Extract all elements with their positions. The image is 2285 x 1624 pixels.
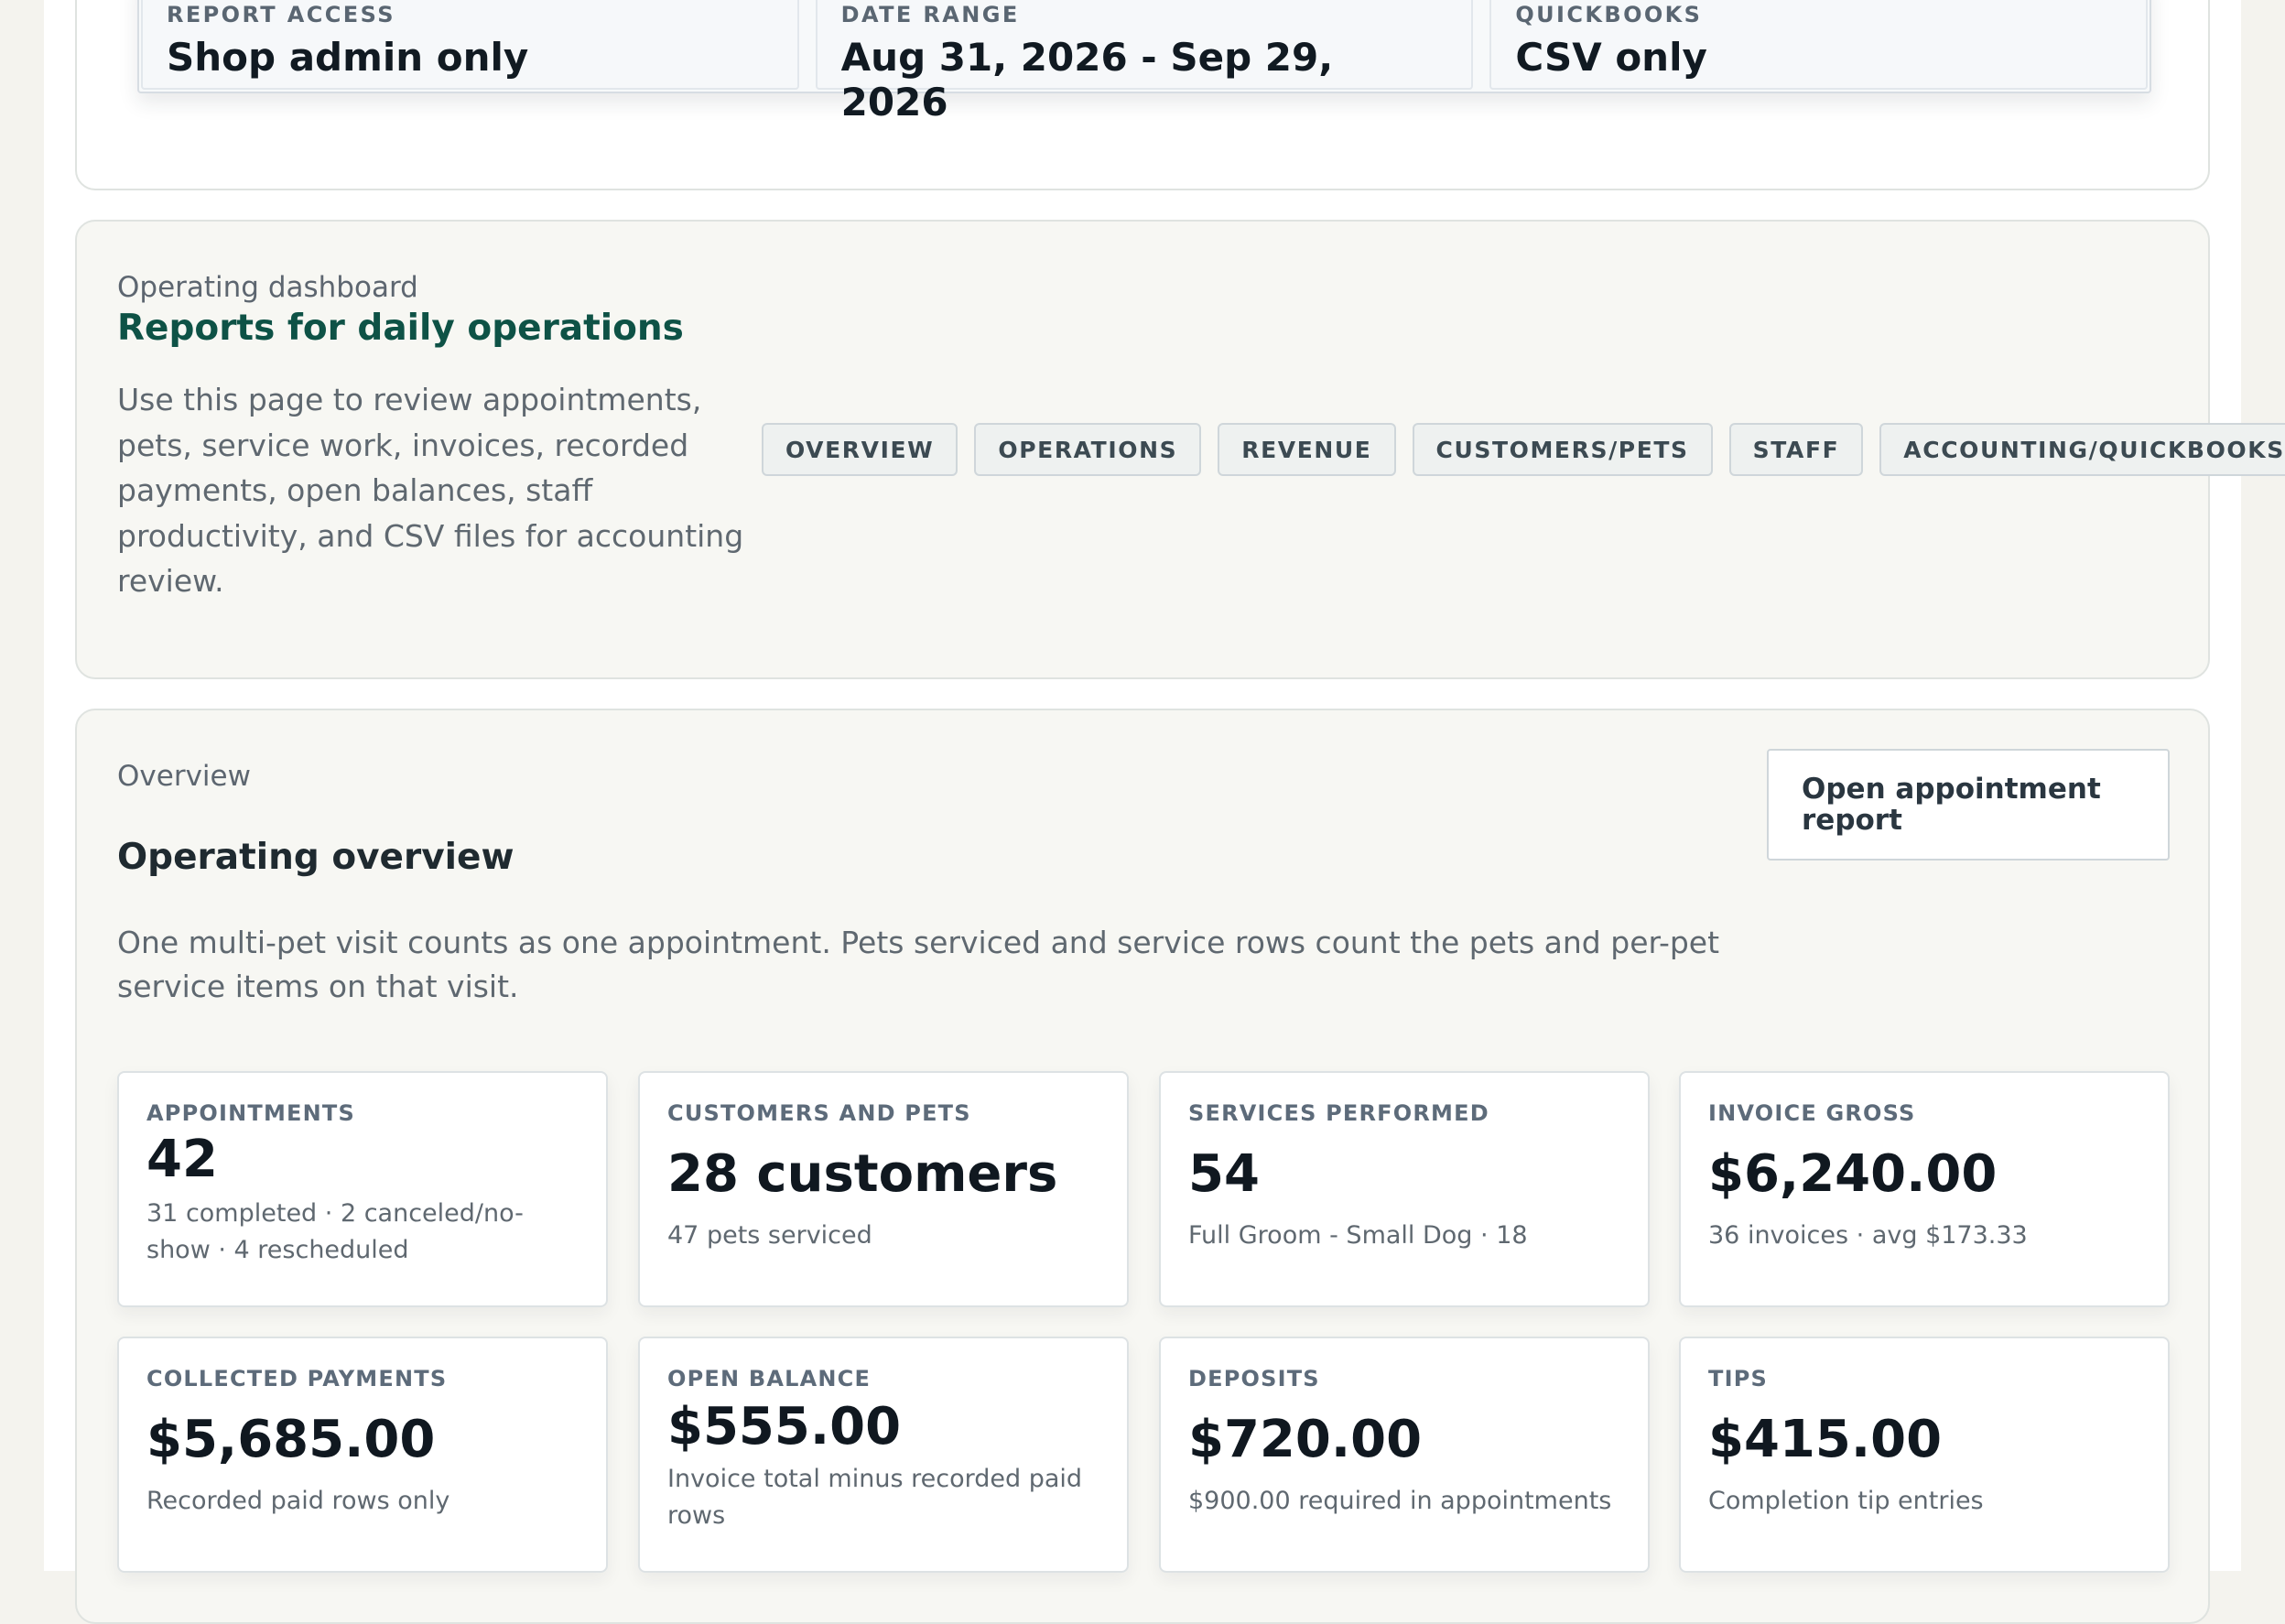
quickbooks-value: CSV only — [1515, 35, 1707, 80]
metric-label: CUSTOMERS AND PETS — [667, 1100, 971, 1126]
date-range-label: DATE RANGE — [840, 2, 1020, 27]
metric-value: $555.00 — [667, 1397, 902, 1456]
overview-eyebrow: Overview — [117, 760, 251, 793]
tab-operations[interactable]: OPERATIONS — [974, 423, 1202, 476]
tab-staff[interactable]: STAFF — [1728, 423, 1864, 476]
metric-services-performed: SERVICES PERFORMED 54 Full Groom - Small… — [1159, 1071, 1650, 1307]
tab-overview[interactable]: OVERVIEW — [762, 423, 958, 476]
tab-accounting-quickbooks[interactable]: ACCOUNTING/QUICKBOOKS — [1879, 423, 2285, 476]
metric-value: $6,240.00 — [1708, 1144, 1998, 1204]
dashboard-title: Reports for daily operations — [117, 308, 684, 349]
metric-sub: 47 pets serviced — [667, 1221, 872, 1250]
metric-value: $415.00 — [1708, 1410, 1943, 1469]
operating-dashboard-card: Operating dashboard Reports for daily op… — [75, 220, 2285, 679]
metric-sub: Full Groom - Small Dog · 18 — [1188, 1221, 1528, 1250]
date-range-cell: DATE RANGE Aug 31, 2026 - Sep 29, 2026 — [815, 0, 1474, 125]
metric-label: COLLECTED PAYMENTS — [146, 1366, 448, 1391]
date-range-value: Aug 31, 2026 - Sep 29, 2026 — [840, 35, 1334, 125]
metric-appointments: APPOINTMENTS 42 31 completed · 2 cancele… — [117, 1071, 608, 1307]
tab-revenue[interactable]: REVENUE — [1218, 423, 1396, 476]
metric-value: $5,685.00 — [146, 1410, 436, 1469]
report-access-value: Shop admin only — [167, 35, 529, 80]
report-meta-strip: REPORT ACCESS Shop admin only DATE RANGE… — [137, 0, 2151, 125]
report-access-cell: REPORT ACCESS Shop admin only — [141, 0, 799, 90]
metric-value: $720.00 — [1188, 1410, 1423, 1469]
metric-value: 42 — [146, 1130, 218, 1189]
metric-sub: $900.00 required in appointments — [1188, 1487, 1612, 1515]
metric-label: INVOICE GROSS — [1708, 1100, 1916, 1126]
open-appointment-report-button[interactable]: Open appointment report — [1767, 749, 2170, 861]
quickbooks-cell: QUICKBOOKS CSV only — [1489, 0, 2149, 90]
dashboard-eyebrow: Operating dashboard — [117, 271, 418, 304]
report-summary-card: REPORT ACCESS Shop admin only DATE RANGE… — [75, 0, 2210, 190]
metric-sub: Completion tip entries — [1708, 1487, 1984, 1515]
quickbooks-label: QUICKBOOKS — [1515, 2, 1703, 27]
metric-value: 54 — [1188, 1144, 1260, 1204]
overview-description: One multi-pet visit counts as one appoin… — [117, 925, 1720, 1004]
overview-title: Operating overview — [117, 837, 514, 878]
operating-overview-card: Overview Operating overview One multi-pe… — [75, 709, 2210, 1624]
tab-customers-pets[interactable]: CUSTOMERS/PETS — [1412, 423, 1713, 476]
report-access-label: REPORT ACCESS — [167, 2, 395, 27]
report-tabs: OVERVIEW OPERATIONS REVENUE CUSTOMERS/PE… — [762, 423, 2285, 476]
metric-label: TIPS — [1708, 1366, 1768, 1391]
metric-invoice-gross: INVOICE GROSS $6,240.00 36 invoices · av… — [1679, 1071, 2170, 1307]
dashboard-description: Use this page to review appointments, pe… — [117, 382, 744, 599]
metric-deposits: DEPOSITS $720.00 $900.00 required in app… — [1159, 1337, 1650, 1573]
page: REPORT ACCESS Shop admin only DATE RANGE… — [44, 0, 2285, 1624]
metric-sub: 31 completed · 2 canceled/no-show · 4 re… — [146, 1199, 524, 1264]
metric-sub: Invoice total minus recorded paid rows — [667, 1465, 1083, 1530]
metric-value: 28 customers — [667, 1144, 1058, 1204]
metric-collected-payments: COLLECTED PAYMENTS $5,685.00 Recorded pa… — [117, 1337, 608, 1573]
metric-tips: TIPS $415.00 Completion tip entries — [1679, 1337, 2170, 1573]
metric-label: OPEN BALANCE — [667, 1366, 872, 1391]
metric-label: SERVICES PERFORMED — [1188, 1100, 1489, 1126]
metric-label: APPOINTMENTS — [146, 1100, 355, 1126]
metric-customers-and-pets: CUSTOMERS AND PETS 28 customers 47 pets … — [638, 1071, 1129, 1307]
metric-open-balance: OPEN BALANCE $555.00 Invoice total minus… — [638, 1337, 1129, 1573]
metric-sub: 36 invoices · avg $173.33 — [1708, 1221, 2028, 1250]
metric-sub: Recorded paid rows only — [146, 1487, 450, 1515]
metric-label: DEPOSITS — [1188, 1366, 1320, 1391]
